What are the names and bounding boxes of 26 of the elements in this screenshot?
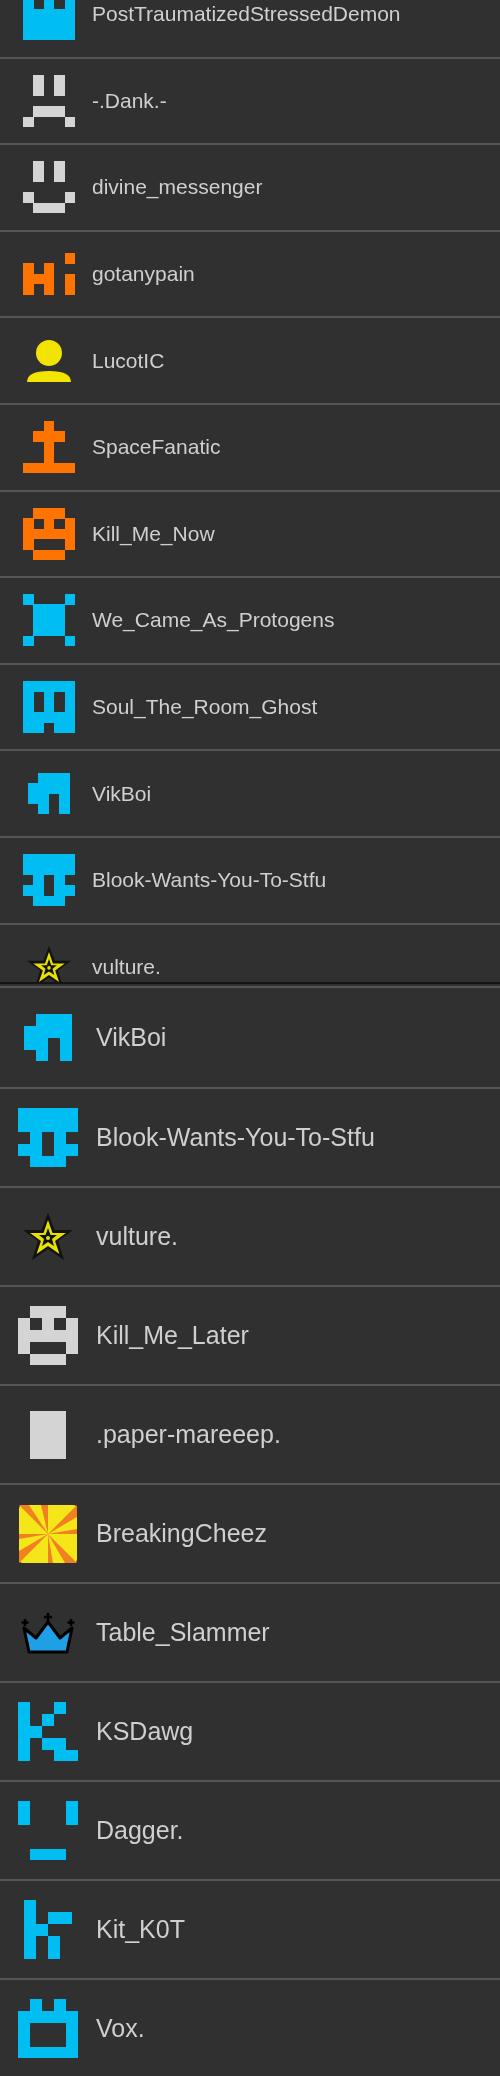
username: Table_Slammer — [96, 1618, 270, 1647]
username: Soul_The_Room_Ghost — [92, 695, 318, 720]
username: .paper-mareeep. — [96, 1420, 281, 1449]
username: VikBoi — [96, 1023, 167, 1052]
username: gotanypain — [92, 262, 195, 287]
star-icon — [22, 1211, 74, 1262]
username: We_Came_As_Protogens — [92, 608, 335, 633]
crown-icon — [20, 1611, 76, 1654]
username: LucotIC — [92, 348, 165, 373]
username: divine_messenger — [92, 175, 263, 200]
username: Vox. — [96, 2014, 145, 2043]
username: vulture. — [96, 1222, 178, 1251]
username: Kill_Me_Now — [92, 521, 215, 546]
username: Dagger. — [96, 1816, 184, 1845]
pinwheel-icon — [19, 1504, 77, 1563]
username: vulture. — [92, 954, 161, 979]
username: KSDawg — [96, 1717, 194, 1746]
username: Kit_K0T — [96, 1915, 185, 1944]
username: SpaceFanatic — [92, 435, 221, 460]
username: VikBoi — [92, 781, 152, 806]
username: BreakingCheez — [96, 1519, 267, 1548]
username: -.Dank.- — [92, 88, 167, 113]
username: Kill_Me_Later — [96, 1321, 249, 1350]
username: PostTraumatizedStressedDemon — [92, 2, 401, 27]
username: Blook-Wants-You-To-Stfu — [96, 1123, 375, 1152]
username: Blook-Wants-You-To-Stfu — [92, 868, 327, 893]
